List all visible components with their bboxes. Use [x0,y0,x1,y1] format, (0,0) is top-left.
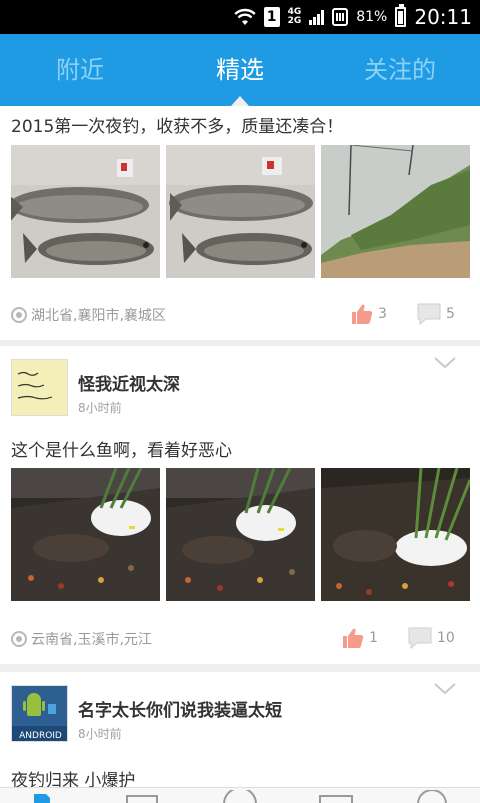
post-image[interactable] [166,145,315,278]
list-icon[interactable] [123,790,163,803]
like-button[interactable]: 1 [341,626,378,650]
comment-icon [417,303,441,326]
avatar[interactable]: ANDROID [11,685,68,742]
post-text: 2015第一次夜钓，收获不多，质量还凑合！ [11,117,344,137]
post-image[interactable] [321,468,470,601]
battery-percent: 81% [356,9,388,25]
news-icon[interactable] [316,790,356,803]
post-image[interactable] [11,145,160,278]
wifi-icon [233,8,256,25]
compass-icon[interactable] [220,790,260,803]
comment-count: 5 [446,306,455,322]
post-image[interactable] [11,468,160,601]
network-type: 4G 2G [288,8,302,26]
location-text: 云南省,玉溪市,元江 [31,632,152,648]
post-location: 湖北省,襄阳市,襄城区 [11,305,166,325]
location-text: 湖北省,襄阳市,襄城区 [31,308,166,324]
post-image[interactable] [321,145,470,278]
thumbs-up-icon [343,628,364,648]
avatar[interactable] [11,359,68,416]
data-icon [332,8,349,26]
post-time: 8小时前 [78,401,122,415]
status-indicators: 1 4G 2G 81% 20:11 [233,0,472,34]
post-card[interactable]: 怪我近视太深 8小时前 这个是什么鱼啊，看着好恶心 云南省,玉溪市,元江 1 1… [0,346,480,664]
author-name[interactable]: 名字太长你们说我装逼太短 [78,696,282,721]
like-count: 3 [378,306,387,322]
post-text: 这个是什么鱼啊，看着好恶心 [11,441,232,461]
comment-button[interactable]: 5 [416,302,455,326]
post-card[interactable]: ANDROID 名字太长你们说我装逼太短 8小时前 夜钓归来 小爆护 [0,672,480,803]
comment-icon [408,627,432,650]
tab-following[interactable]: 关注的 [320,34,480,106]
comment-count: 10 [437,630,455,646]
thumbs-up-icon [352,304,373,324]
status-bar: 1 4G 2G 81% 20:11 [0,0,480,34]
post-time: 8小时前 [78,727,122,741]
post-image[interactable] [166,468,315,601]
location-pin-icon [11,631,27,647]
like-button[interactable]: 3 [350,302,387,326]
post-card[interactable]: 2015第一次夜钓，收获不多，质量还凑合！ 湖北省,襄阳市,襄城区 3 5 [0,106,480,340]
clock: 20:11 [414,5,472,29]
active-tab-indicator [231,96,249,106]
tab-nearby[interactable]: 附近 [0,34,160,106]
comment-button[interactable]: 10 [407,626,455,650]
bottom-nav [0,787,480,803]
chevron-down-icon[interactable] [433,356,457,370]
feed[interactable]: 2015第一次夜钓，收获不多，质量还凑合！ 湖北省,襄阳市,襄城区 3 5 怪我… [0,106,480,803]
post-location: 云南省,玉溪市,元江 [11,629,152,649]
signal-icon [309,9,325,25]
author-name[interactable]: 怪我近视太深 [78,370,180,395]
battery-icon [395,4,407,27]
network-bottom-label: 2G [287,16,302,26]
chevron-down-icon[interactable] [433,682,457,696]
location-pin-icon [11,307,27,323]
profile-icon[interactable] [412,790,452,803]
avatar-logo-text: ANDROID [19,731,62,741]
like-count: 1 [369,630,378,646]
feed-icon[interactable] [22,790,62,803]
sim-icon: 1 [263,7,280,27]
